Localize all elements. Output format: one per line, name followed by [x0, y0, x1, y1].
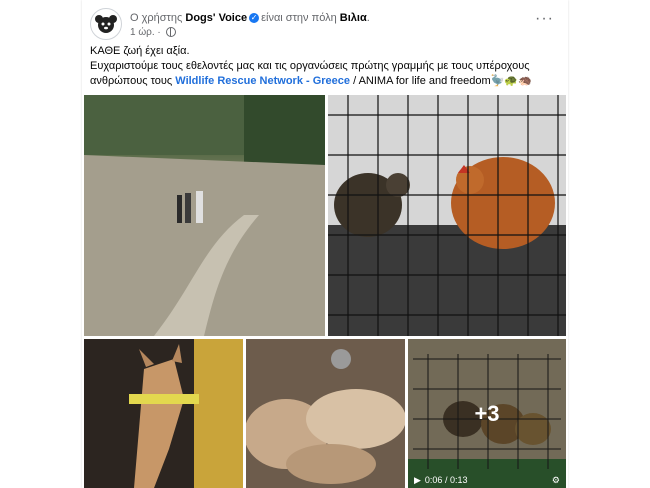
more-photos-count: +3: [474, 400, 500, 426]
author-line: Ο χρήστης Dogs' Voice ✓ είναι στην πόλη Βι…: [130, 12, 370, 24]
author-name[interactable]: Dogs' Voice: [185, 12, 247, 24]
verified-badge-icon: ✓: [249, 13, 260, 24]
play-icon[interactable]: ▶: [414, 475, 421, 486]
photo-deer-group[interactable]: [246, 339, 405, 488]
video-time: 0:06 / 0:13: [424, 475, 468, 485]
emoji-icons: 🦤🐢🦔: [490, 75, 532, 87]
post-text: ΚΑΘΕ ζωή έχει αξία. Ευχαριστούμε τους εθ…: [90, 44, 560, 89]
post-text-line2: Ευχαριστούμε τους εθελοντές μας και τις …: [90, 60, 532, 87]
prefix-text: Ο χρήστης: [130, 12, 183, 24]
post-time[interactable]: 1 ώρ.: [130, 27, 155, 38]
dog-logo-icon: [92, 10, 120, 38]
field-scene: [84, 95, 325, 336]
post-text-line1: ΚΑΘΕ ζωή έχει αξία.: [90, 45, 190, 57]
post-card: Ο χρήστης Dogs' Voice ✓ είναι στην πόλη Βι…: [82, 0, 568, 488]
organization-link[interactable]: Wildlife Rescue Network - Greece: [175, 75, 350, 87]
settings-icon[interactable]: ⚙: [552, 475, 560, 486]
photo-chickens-cage[interactable]: [328, 95, 566, 336]
deer-group-scene: [246, 339, 405, 488]
more-photos-overlay[interactable]: +3: [408, 339, 566, 488]
globe-icon: [165, 27, 176, 38]
more-options-button[interactable]: ···: [535, 10, 554, 28]
chickens-scene: [328, 95, 566, 336]
video-controls: ▶ 0:06 / 0:13 ⚙: [408, 472, 566, 488]
deer-scene: [84, 339, 243, 488]
photo-volunteers-field[interactable]: [84, 95, 325, 336]
location-name[interactable]: Βιλια: [340, 12, 367, 24]
photo-video-chickens[interactable]: +3 ▶ 0:06 / 0:13 ⚙: [408, 339, 566, 488]
page-avatar[interactable]: [90, 8, 122, 40]
location-prefix: είναι στην πόλη: [261, 12, 337, 24]
photo-rescued-deer[interactable]: [84, 339, 243, 488]
post-meta: 1 ώρ. ·: [130, 27, 176, 38]
post-header: Ο χρήστης Dogs' Voice ✓ είναι στην πόλη Βι…: [90, 8, 560, 42]
